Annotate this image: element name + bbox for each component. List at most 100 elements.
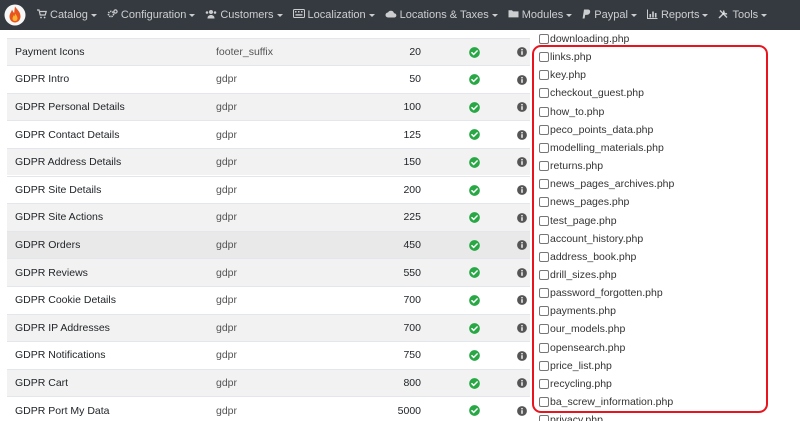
file-list-item[interactable]: news_pages.php (538, 194, 629, 210)
caret-down-icon (276, 13, 283, 17)
status-enabled-check-icon[interactable] (469, 322, 480, 334)
nav-menu-tools[interactable]: Tools (713, 0, 772, 30)
file-checkbox[interactable] (539, 52, 549, 63)
file-checkbox[interactable] (539, 324, 549, 335)
nav-menu-paypal[interactable]: Paypal (577, 0, 642, 30)
file-list-item[interactable]: returns.php (538, 158, 603, 174)
status-enabled-check-icon[interactable] (469, 295, 480, 306)
info-icon[interactable] (517, 323, 527, 333)
file-checkbox[interactable] (539, 197, 549, 208)
nav-menu-modules[interactable]: Modules (503, 0, 578, 30)
table-row[interactable]: Payment Icons footer_suffix 20 (7, 37, 530, 65)
file-list-item[interactable]: account_history.php (538, 231, 643, 247)
table-row[interactable]: GDPR Personal Details gdpr 100 (7, 92, 530, 121)
status-enabled-check-icon[interactable] (469, 101, 480, 113)
table-row[interactable]: GDPR Port My Data gdpr 5000 (7, 396, 530, 421)
status-enabled-check-icon[interactable] (469, 377, 480, 389)
table-row[interactable]: GDPR Cookie Details gdpr 700 (7, 285, 530, 314)
file-list-item[interactable]: our_models.php (538, 321, 625, 337)
file-checkbox[interactable] (539, 342, 549, 353)
info-icon[interactable] (517, 102, 527, 113)
file-checkbox[interactable] (539, 161, 549, 172)
info-icon[interactable] (517, 378, 527, 389)
info-icon[interactable] (517, 267, 527, 278)
file-list-item[interactable]: peco_points_data.php (538, 122, 653, 138)
info-icon[interactable] (517, 240, 527, 251)
file-checkbox[interactable] (539, 397, 549, 407)
store-logo[interactable] (0, 0, 30, 30)
nav-menu-localization[interactable]: Localization (288, 0, 380, 30)
file-list-item[interactable]: how_to.php (538, 104, 604, 120)
caret-down-icon (189, 13, 196, 17)
status-enabled-check-icon[interactable] (469, 184, 480, 196)
status-enabled-check-icon[interactable] (469, 239, 480, 251)
nav-menu-catalog[interactable]: Catalog (32, 0, 102, 30)
file-list-item[interactable]: key.php (538, 67, 586, 83)
file-checkbox[interactable] (539, 215, 549, 226)
file-checkbox[interactable] (539, 106, 549, 117)
info-icon[interactable] (517, 185, 527, 195)
table-row[interactable]: GDPR IP Addresses gdpr 700 (7, 313, 530, 341)
file-list-item[interactable]: downloading.php (538, 31, 629, 47)
table-row[interactable]: GDPR Reviews gdpr 550 (7, 258, 530, 286)
nav-menu-configuration[interactable]: Configuration (102, 0, 200, 30)
table-row[interactable]: GDPR Site Details gdpr 200 (7, 175, 530, 204)
file-list-item[interactable]: news_pages_archives.php (538, 176, 674, 192)
info-icon[interactable] (517, 405, 527, 416)
table-row[interactable]: GDPR Notifications gdpr 750 (7, 341, 530, 369)
file-checkbox[interactable] (539, 360, 549, 371)
file-checkbox[interactable] (539, 233, 549, 244)
status-enabled-check-icon[interactable] (469, 350, 480, 361)
table-row[interactable]: GDPR Site Actions gdpr 225 (7, 203, 530, 231)
info-icon[interactable] (517, 350, 527, 361)
info-icon[interactable] (517, 157, 527, 168)
file-list-item[interactable]: checkout_guest.php (538, 85, 644, 101)
table-row[interactable]: GDPR Intro gdpr 50 (7, 65, 530, 93)
nav-menu-locations-taxes[interactable]: Locations & Taxes (380, 0, 503, 30)
file-checkbox[interactable] (539, 70, 549, 81)
info-icon[interactable] (517, 295, 527, 306)
file-list-item[interactable]: links.php (538, 49, 591, 65)
info-icon[interactable] (517, 47, 527, 57)
file-checkbox[interactable] (539, 288, 549, 299)
info-icon[interactable] (517, 212, 527, 223)
table-row[interactable]: GDPR Cart gdpr 800 (7, 368, 530, 397)
status-enabled-check-icon[interactable] (469, 212, 480, 223)
file-list-item[interactable]: address_book.php (538, 249, 636, 265)
file-list-item[interactable]: payments.php (538, 303, 616, 319)
file-checkbox[interactable] (539, 306, 549, 317)
file-checkbox[interactable] (539, 179, 549, 190)
file-list-item[interactable]: password_forgotten.php (538, 285, 663, 301)
file-checkbox[interactable] (539, 88, 549, 99)
file-checkbox[interactable] (539, 34, 549, 44)
table-row[interactable]: GDPR Orders gdpr 450 (7, 230, 530, 259)
file-list-item[interactable]: drill_sizes.php (538, 267, 617, 283)
status-enabled-check-icon[interactable] (469, 157, 480, 168)
nav-menu-customers[interactable]: Customers (200, 0, 287, 30)
file-list-item[interactable]: test_page.php (538, 213, 617, 229)
status-enabled-check-icon[interactable] (469, 74, 480, 85)
status-enabled-check-icon[interactable] (469, 267, 480, 279)
table-row[interactable]: GDPR Contact Details gdpr 125 (7, 120, 530, 148)
file-list-item[interactable]: modelling_materials.php (538, 140, 664, 156)
file-checkbox[interactable] (539, 124, 549, 135)
file-checkbox[interactable] (539, 378, 549, 389)
file-checkbox[interactable] (539, 415, 549, 421)
file-list-item[interactable]: recycling.php (538, 376, 612, 392)
file-list-item[interactable]: ba_screw_information.php (538, 394, 673, 410)
info-icon[interactable] (517, 129, 527, 140)
status-enabled-check-icon[interactable] (469, 129, 480, 141)
file-checkbox[interactable] (539, 269, 549, 280)
file-list-item[interactable]: opensearch.php (538, 340, 625, 356)
nav-menu-label: Modules (521, 9, 564, 21)
status-enabled-check-icon[interactable] (469, 46, 480, 58)
table-row[interactable]: GDPR Address Details gdpr 150 (7, 147, 530, 176)
file-checkbox[interactable] (539, 251, 549, 262)
file-list-item[interactable]: privacy.php (538, 412, 603, 421)
status-enabled-check-icon[interactable] (469, 405, 480, 417)
info-icon[interactable] (517, 74, 527, 85)
file-checkbox[interactable] (539, 142, 549, 153)
nav-menu-reports[interactable]: Reports (642, 0, 714, 30)
file-list-item[interactable]: price_list.php (538, 358, 612, 374)
row-title: GDPR Cookie Details (15, 294, 116, 307)
